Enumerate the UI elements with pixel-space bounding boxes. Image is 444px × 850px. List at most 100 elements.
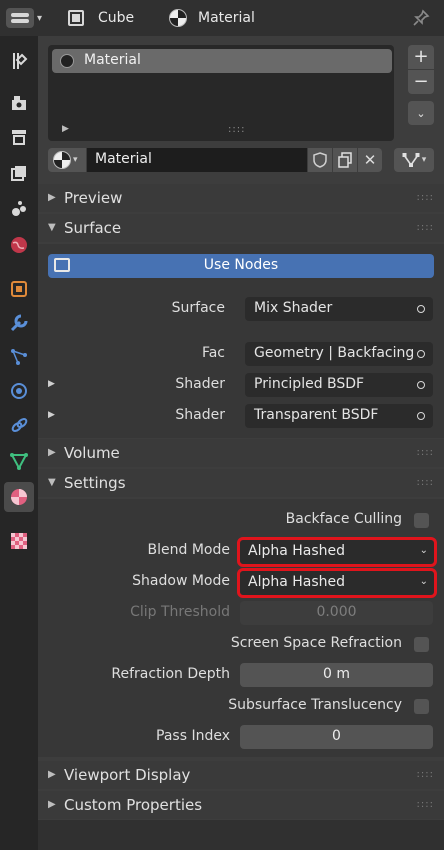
expanded-arrow-icon: ▼	[48, 477, 56, 488]
properties-header: ▾ Cube Material	[0, 0, 444, 36]
shadow-mode-label: Shadow Mode	[132, 573, 230, 589]
panel-drag-grip[interactable]: ::::	[417, 769, 434, 780]
particles-icon	[11, 349, 27, 365]
panel-title: Volume	[64, 444, 120, 462]
shield-icon	[313, 152, 327, 168]
panel-drag-grip[interactable]: ::::	[417, 447, 434, 458]
properties-tab-bar	[0, 36, 38, 850]
breadcrumb-object-name: Cube	[98, 10, 135, 26]
list-resize-grip[interactable]: ::::	[228, 124, 245, 135]
panel-drag-grip[interactable]: ::::	[417, 222, 434, 233]
surface-shader-value: Mix Shader	[254, 300, 333, 316]
panel-header-surface[interactable]: ▼ Surface ::::	[38, 214, 444, 242]
subsurface-translucency-label: Subsurface Translucency	[228, 697, 402, 713]
socket-icon	[417, 305, 425, 313]
list-expand-icon[interactable]: ▶	[62, 124, 69, 134]
breadcrumb-material: Material	[169, 6, 255, 30]
physics-icon	[11, 383, 27, 399]
panel-title: Surface	[64, 219, 122, 237]
view-layer-tab[interactable]	[4, 158, 34, 188]
panel-header-volume[interactable]: ▶ Volume ::::	[38, 439, 444, 467]
clip-threshold-label: Clip Threshold	[130, 604, 230, 620]
blend-mode-value: Alpha Hashed	[248, 543, 346, 559]
use-nodes-button[interactable]: Use Nodes	[48, 254, 434, 278]
tool-icon	[13, 53, 28, 69]
remove-slot-button[interactable]: −	[408, 69, 434, 94]
subsurface-translucency-checkbox[interactable]	[414, 699, 429, 714]
collapsed-arrow-icon: ▶	[48, 769, 56, 780]
panel-title: Viewport Display	[64, 766, 191, 784]
fac-input-field[interactable]: Geometry | Backfacing	[245, 342, 433, 366]
material-icon	[169, 9, 187, 27]
panel-header-preview[interactable]: ▶ Preview ::::	[38, 184, 444, 212]
render-tab[interactable]	[4, 88, 34, 118]
pass-index-field[interactable]: 0	[240, 725, 433, 749]
constraint-icon	[11, 418, 28, 432]
material-name-field[interactable]: Material	[87, 148, 307, 172]
slot-specials-button[interactable]: ⌄	[408, 101, 434, 125]
shadow-mode-value: Alpha Hashed	[248, 574, 346, 590]
properties-footer	[38, 820, 444, 850]
material-tab[interactable]	[4, 482, 34, 512]
duplicate-material-button[interactable]	[333, 148, 357, 172]
node-tree-button[interactable]: ▾	[394, 148, 434, 172]
shader2-input-value: Transparent BSDF	[254, 407, 379, 423]
unlink-material-button[interactable]: ✕	[358, 148, 382, 172]
material-slot-item[interactable]: Material	[52, 49, 392, 73]
collapsed-arrow-icon: ▶	[48, 192, 56, 203]
physics-tab[interactable]	[4, 376, 34, 406]
collapsed-arrow-icon: ▶	[48, 799, 56, 810]
object-tab[interactable]	[4, 274, 34, 304]
backface-culling-checkbox[interactable]	[414, 513, 429, 528]
texture-icon	[11, 533, 27, 549]
blend-mode-label: Blend Mode	[147, 542, 230, 558]
node-tree-icon	[402, 153, 420, 167]
particles-tab[interactable]	[4, 342, 34, 372]
shader1-input-field[interactable]: Principled BSDF	[245, 373, 433, 397]
panel-drag-grip[interactable]: ::::	[417, 192, 434, 203]
expanded-arrow-icon: ▼	[48, 222, 56, 233]
material-slot-icon	[60, 54, 74, 68]
object-data-tab[interactable]	[4, 446, 34, 476]
chevron-down-icon: ▾	[37, 12, 43, 24]
editor-type-button[interactable]: ▾	[6, 6, 48, 30]
expand-shader2-icon[interactable]: ▶	[48, 410, 55, 420]
add-slot-button[interactable]: +	[408, 45, 434, 69]
texture-tab[interactable]	[4, 526, 34, 556]
material-slot-label: Material	[84, 52, 141, 68]
ssr-checkbox[interactable]	[414, 637, 429, 652]
refraction-depth-label: Refraction Depth	[111, 666, 230, 682]
chevron-down-icon: ⌄	[419, 576, 428, 587]
shader1-label: Shader	[175, 376, 225, 392]
breadcrumb: Cube	[68, 6, 134, 30]
panel-header-custom-properties[interactable]: ▶ Custom Properties ::::	[38, 791, 444, 819]
socket-icon	[417, 412, 425, 420]
chevron-down-icon: ▾	[421, 155, 427, 165]
blend-mode-dropdown[interactable]: Alpha Hashed ⌄	[237, 537, 437, 567]
browse-material-button[interactable]: ▾	[48, 148, 86, 172]
pass-index-label: Pass Index	[156, 728, 230, 744]
panel-header-settings[interactable]: ▼ Settings ::::	[38, 469, 444, 497]
scene-tab[interactable]	[4, 194, 34, 224]
panel-drag-grip[interactable]: ::::	[417, 477, 434, 488]
wrench-icon	[10, 314, 28, 332]
chevron-down-icon: ⌄	[419, 545, 428, 556]
panel-drag-grip[interactable]: ::::	[417, 799, 434, 810]
shadow-mode-dropdown[interactable]: Alpha Hashed ⌄	[237, 568, 437, 598]
material-icon	[53, 151, 71, 169]
fac-label: Fac	[201, 345, 225, 361]
refraction-depth-field[interactable]: 0 m	[240, 663, 433, 687]
output-tab[interactable]	[4, 122, 34, 152]
panel-header-viewport-display[interactable]: ▶ Viewport Display ::::	[38, 761, 444, 789]
expand-shader1-icon[interactable]: ▶	[48, 379, 55, 389]
world-tab[interactable]	[4, 230, 34, 260]
surface-shader-field[interactable]: Mix Shader	[245, 297, 433, 321]
modifier-tab[interactable]	[4, 308, 34, 338]
panel-title: Preview	[64, 189, 123, 207]
shader2-input-field[interactable]: Transparent BSDF	[245, 404, 433, 428]
object-icon	[11, 281, 27, 297]
pin-icon[interactable]	[412, 9, 430, 27]
tool-tab[interactable]	[4, 46, 34, 76]
fake-user-button[interactable]	[308, 148, 332, 172]
constraints-tab[interactable]	[4, 410, 34, 440]
